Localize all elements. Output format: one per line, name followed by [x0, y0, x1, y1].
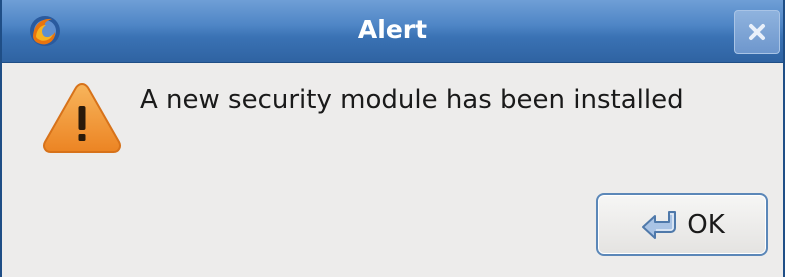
- title-bar: Alert: [2, 0, 783, 63]
- alert-message: A new security module has been installed: [140, 85, 684, 115]
- window-title: Alert: [357, 15, 428, 44]
- warning-icon: [40, 80, 124, 156]
- close-button[interactable]: [734, 10, 780, 54]
- alert-dialog: Alert A new security module has been ins…: [0, 0, 785, 277]
- close-icon: [748, 23, 766, 41]
- enter-arrow-icon: [639, 208, 683, 242]
- ok-button-label: OK: [687, 209, 725, 240]
- ok-button[interactable]: OK: [596, 193, 768, 256]
